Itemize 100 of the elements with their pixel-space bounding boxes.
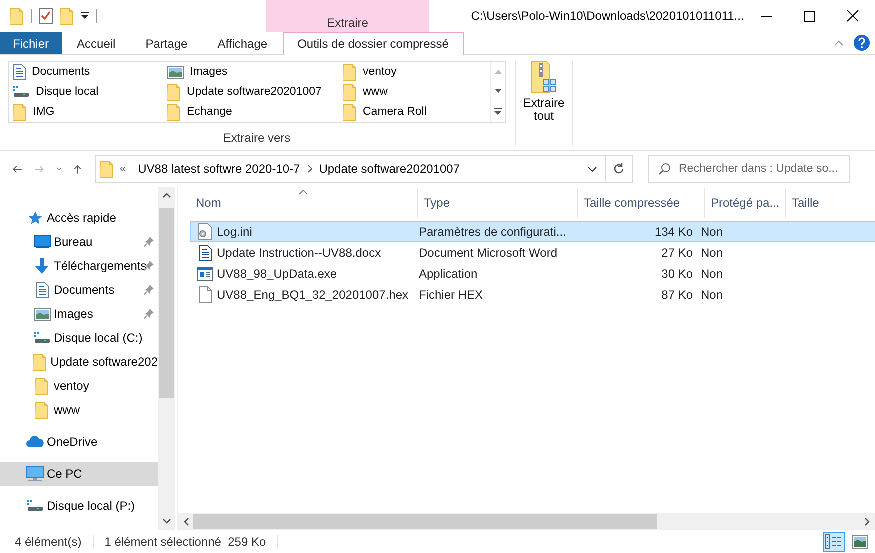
- gallery-item[interactable]: Documents: [9, 62, 163, 82]
- file-name: UV88_Eng_BQ1_32_20201007.hex: [217, 288, 408, 302]
- file-type: Fichier HEX: [419, 288, 484, 302]
- close-icon: [847, 10, 860, 22]
- protected-value: Non: [701, 288, 724, 302]
- gallery-item[interactable]: ventoy: [339, 62, 489, 82]
- document-icon: [198, 244, 212, 260]
- scrollbar-thumb[interactable]: [159, 208, 174, 398]
- column-header[interactable]: Taille compressée: [578, 188, 705, 218]
- gallery-item[interactable]: Echange: [163, 102, 339, 122]
- gallery-item[interactable]: www: [339, 82, 489, 102]
- help-icon[interactable]: [854, 35, 870, 51]
- expand-gallery-icon[interactable]: [494, 108, 502, 114]
- computer-icon: [26, 466, 44, 482]
- cloud-icon: [26, 436, 44, 448]
- address-bar[interactable]: « UV88 latest softwre 2020-10-7 Update software20201007: [95, 155, 606, 183]
- star-icon: [28, 211, 42, 225]
- column-header[interactable]: Protégé pa...: [705, 188, 786, 218]
- nav-item[interactable]: Images: [0, 302, 158, 326]
- file-name: Update Instruction--UV88.docx: [217, 246, 382, 260]
- column-header[interactable]: Taille: [786, 188, 875, 218]
- scrollbar-thumb[interactable]: [193, 514, 657, 529]
- compressed-size: 30 Ko: [662, 266, 693, 280]
- extract-all-button[interactable]: Extraire tout: [522, 55, 566, 150]
- scroll-down-icon[interactable]: [494, 88, 502, 92]
- drive-icon: [26, 500, 44, 512]
- file-row[interactable]: UV88_Eng_BQ1_32_20201007.hex Fichier HEX 87 Ko Non: [190, 284, 875, 305]
- collapse-ribbon-icon[interactable]: [834, 40, 844, 46]
- nav-item[interactable]: OneDrive: [0, 430, 158, 454]
- scroll-down-icon[interactable]: [162, 519, 170, 524]
- nav-item[interactable]: www: [0, 398, 158, 422]
- ribbon-tab[interactable]: Outils de dossier compressé: [282, 32, 464, 55]
- compressed-size: 27 Ko: [662, 246, 693, 260]
- back-arrow-icon[interactable]: [13, 164, 22, 174]
- breadcrumb[interactable]: UV88 latest softwre 2020-10-7: [132, 162, 308, 176]
- protected-value: Non: [701, 266, 724, 280]
- image-icon: [852, 534, 868, 548]
- document-icon: [36, 282, 48, 298]
- file-name: Log.ini: [217, 224, 252, 238]
- monitor-icon: [34, 235, 50, 249]
- compressed-size: 134 Ko: [654, 224, 693, 238]
- nav-item[interactable]: Disque local (C:): [0, 326, 158, 350]
- refresh-button[interactable]: [606, 155, 633, 183]
- details-view-icon: [825, 534, 843, 550]
- file-row[interactable]: Log.ini Paramètres de configurati... 134 Ko Non: [190, 221, 875, 242]
- file-type: Document Microsoft Word: [419, 246, 558, 260]
- gallery-item[interactable]: IMG: [9, 102, 163, 122]
- search-icon: [659, 163, 671, 175]
- folder-icon: [167, 84, 181, 100]
- folder-icon: [33, 354, 48, 370]
- file-name: UV88_98_UpData.exe: [217, 266, 338, 280]
- folder-icon: [35, 378, 49, 394]
- dropdown-icon[interactable]: [588, 166, 596, 172]
- properties-icon[interactable]: [39, 8, 53, 24]
- view-button[interactable]: [823, 532, 845, 552]
- gallery-item[interactable]: Camera Roll: [339, 102, 489, 122]
- nav-item[interactable]: ventoy: [0, 374, 158, 398]
- ribbon-tab[interactable]: Fichier: [0, 32, 62, 54]
- document-icon: [13, 64, 26, 80]
- down-arrow-icon: [34, 258, 50, 274]
- gallery-item[interactable]: Update software20201007: [163, 82, 339, 102]
- program-icon: [197, 266, 213, 280]
- nav-item[interactable]: Ce PC: [0, 462, 158, 486]
- folder-icon: [100, 160, 114, 178]
- folder-icon: [343, 104, 357, 120]
- overflow-chevron[interactable]: «: [120, 163, 126, 175]
- gallery-item[interactable]: Images: [163, 62, 339, 82]
- folder-icon: [35, 402, 49, 418]
- recent-dropdown-icon[interactable]: [56, 167, 62, 171]
- dropdown-icon[interactable]: [81, 12, 89, 20]
- nav-item[interactable]: Disque local (P:): [0, 494, 158, 518]
- ribbon-tab[interactable]: Accueil: [62, 32, 131, 54]
- scroll-right-icon[interactable]: [865, 518, 870, 526]
- up-arrow-icon[interactable]: [74, 162, 82, 176]
- search-field[interactable]: Rechercher dans : Update so...: [648, 155, 850, 183]
- scroll-up-icon[interactable]: [162, 193, 170, 198]
- nav-item[interactable]: Update software202: [0, 350, 158, 374]
- maximize-icon: [804, 10, 816, 22]
- chevron-icon: [308, 165, 314, 173]
- window-title: C:\Users\Polo-Win10\Downloads\2020101011011...: [471, 9, 744, 23]
- nav-item[interactable]: Bureau: [0, 230, 158, 254]
- image-icon: [167, 66, 184, 78]
- item-count: 4 élément(s): [15, 534, 82, 548]
- ribbon-tab[interactable]: Partage: [130, 32, 203, 54]
- file-row[interactable]: UV88_98_UpData.exe Application 30 Ko Non: [190, 263, 875, 284]
- gallery-item[interactable]: Disque local: [9, 82, 163, 102]
- nav-item[interactable]: Téléchargements: [0, 254, 158, 278]
- contextual-tab-header: Extraire: [327, 16, 368, 30]
- scroll-left-icon[interactable]: [184, 518, 189, 526]
- refresh-icon: [613, 163, 625, 175]
- file-row[interactable]: Update Instruction--UV88.docx Document Microsoft Word 27 Ko Non: [190, 242, 875, 263]
- breadcrumb[interactable]: Update software20201007: [313, 162, 468, 176]
- ribbon-tab[interactable]: Affichage: [202, 32, 283, 54]
- file-icon: [198, 286, 212, 303]
- column-header[interactable]: Type: [418, 188, 578, 218]
- column-header[interactable]: Nom: [190, 188, 418, 218]
- zip-folder-icon: [531, 61, 557, 94]
- file-type: Application: [419, 266, 478, 280]
- nav-item[interactable]: Accès rapide: [0, 206, 158, 230]
- nav-item[interactable]: Documents: [0, 278, 158, 302]
